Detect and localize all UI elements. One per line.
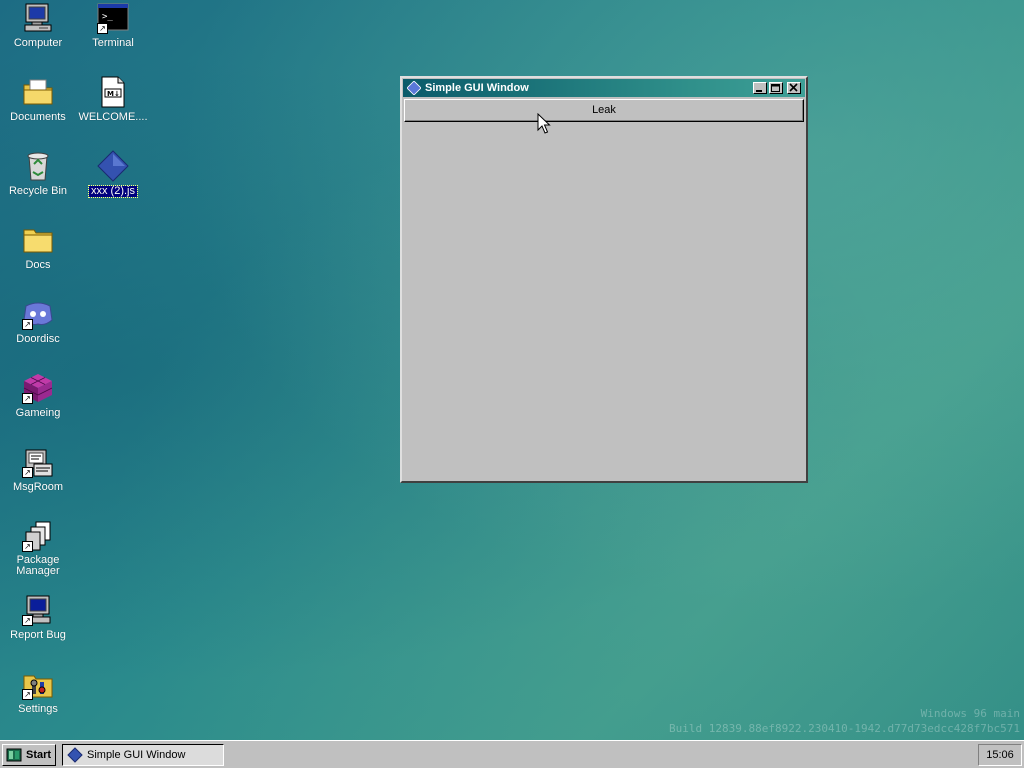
close-icon — [789, 83, 798, 92]
diamond-icon — [67, 747, 83, 770]
desktop-icon-label: Computer — [13, 37, 63, 49]
start-logo-icon — [6, 748, 22, 769]
watermark-line-1: Windows 96 main — [920, 707, 1020, 720]
desktop-icon-report-bug[interactable]: ↗ Report Bug — [1, 594, 75, 641]
window-titlebar[interactable]: Simple GUI Window — [403, 79, 805, 97]
desktop[interactable]: Computer >_ ↗ Terminal Documents M↓ WELC… — [0, 0, 1024, 740]
desktop-icon-gameing[interactable]: ↗ Gameing — [1, 372, 75, 419]
desktop-icon-label: Docs — [25, 259, 51, 271]
start-button[interactable]: Start — [2, 744, 56, 766]
desktop-icon-documents[interactable]: Documents — [1, 76, 75, 123]
window-title: Simple GUI Window — [425, 82, 529, 94]
folder-icon — [23, 229, 53, 253]
simple-gui-window[interactable]: Simple GUI Window Leak — [400, 76, 808, 483]
shortcut-arrow-icon: ↗ — [22, 393, 33, 404]
start-label: Start — [26, 749, 52, 761]
build-watermark: Windows 96 main Build 12839.88ef8922.230… — [669, 706, 1020, 736]
desktop-icon-package-manager[interactable]: ↗ Package Manager — [1, 520, 75, 577]
shortcut-arrow-icon: ↗ — [22, 319, 33, 330]
computer-icon — [24, 3, 52, 32]
minimize-button[interactable] — [753, 82, 767, 94]
desktop-icon-label: Terminal — [92, 37, 134, 49]
leak-button[interactable]: Leak — [404, 99, 804, 122]
svg-text:>_: >_ — [102, 12, 113, 22]
desktop-icon-label: WELCOME.... — [78, 111, 148, 123]
mouse-cursor-icon — [537, 113, 551, 134]
maximize-button[interactable] — [769, 82, 783, 94]
shortcut-arrow-icon: ↗ — [22, 541, 33, 552]
desktop-icon-label: Doordisc — [16, 333, 60, 345]
close-button[interactable] — [787, 82, 801, 94]
desktop-icon-label: Gameing — [15, 407, 61, 419]
taskbar-item-label: Simple GUI Window — [87, 749, 186, 761]
system-clock[interactable]: 15:06 — [978, 744, 1022, 766]
shortcut-arrow-icon: ↗ — [22, 615, 33, 626]
desktop-icon-doordisc[interactable]: ↗ Doordisc — [1, 298, 75, 345]
shortcut-arrow-icon: ↗ — [22, 689, 33, 700]
desktop-icon-label: Settings — [18, 703, 58, 715]
desktop-icon-welcome[interactable]: M↓ WELCOME.... — [76, 76, 150, 123]
svg-text:M↓: M↓ — [107, 90, 120, 98]
desktop-icon-label: xxx (2).js — [88, 185, 138, 198]
desktop-icon-label: Documents — [10, 111, 66, 123]
shortcut-arrow-icon: ↗ — [97, 23, 108, 34]
diamond-icon — [406, 80, 422, 101]
desktop-icon-label: MsgRoom — [12, 481, 64, 493]
recycle-bin-icon — [27, 152, 49, 181]
minimize-icon — [756, 90, 762, 92]
shortcut-arrow-icon: ↗ — [22, 467, 33, 478]
desktop-icon-msgroom[interactable]: ↗ MsgRoom — [1, 446, 75, 493]
desktop-icon-docs[interactable]: Docs — [1, 224, 75, 271]
maximize-icon — [771, 84, 780, 92]
desktop-icon-xxx-js[interactable]: xxx (2).js — [76, 150, 150, 198]
desktop-icon-terminal[interactable]: >_ ↗ Terminal — [76, 2, 150, 49]
desktop-icon-label: Recycle Bin — [8, 185, 68, 197]
desktop-icon-label: Package Manager — [16, 554, 60, 577]
watermark-line-2: Build 12839.88ef8922.230410-1942.d77d73e… — [669, 722, 1020, 735]
taskbar: Start Simple GUI Window 15:06 — [0, 740, 1024, 768]
desktop-icon-label: Report Bug — [10, 629, 66, 641]
documents-folder-icon — [23, 79, 53, 105]
desktop-icon-recycle-bin[interactable]: Recycle Bin — [1, 150, 75, 197]
script-diamond-icon — [97, 150, 129, 182]
markdown-file-icon: M↓ — [101, 76, 125, 108]
desktop-icon-settings[interactable]: ↗ Settings — [1, 668, 75, 715]
taskbar-item-simple-gui-window[interactable]: Simple GUI Window — [62, 744, 224, 766]
desktop-icon-computer[interactable]: Computer — [1, 2, 75, 49]
